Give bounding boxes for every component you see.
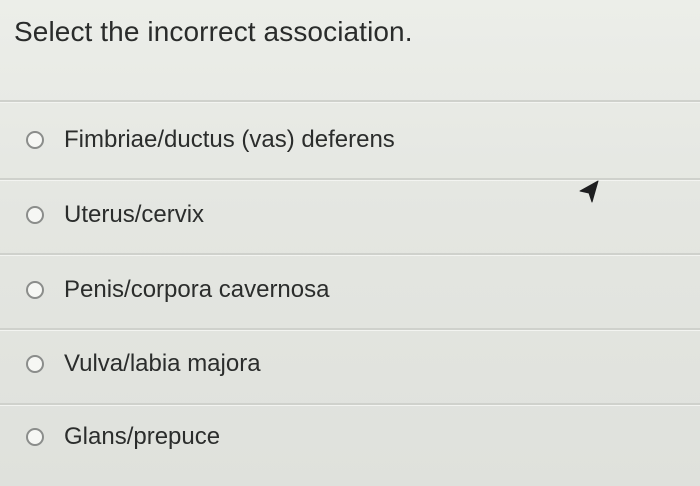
option-label: Penis/corpora cavernosa xyxy=(64,276,330,303)
answer-option-4[interactable]: Vulva/labia majora xyxy=(0,340,700,388)
question-prompt: Select the incorrect association. xyxy=(14,16,413,47)
radio-button-icon[interactable] xyxy=(26,131,44,149)
radio-button-icon[interactable] xyxy=(26,281,44,299)
answer-option-5[interactable]: Glans/prepuce xyxy=(0,413,700,461)
answer-option-1[interactable]: Fimbriae/ductus (vas) deferens xyxy=(0,116,700,164)
option-label: Uterus/cervix xyxy=(64,201,205,228)
option-label: Fimbriae/ductus (vas) deferens xyxy=(64,126,395,153)
divider xyxy=(0,100,700,103)
answer-option-3[interactable]: Penis/corpora cavernosa xyxy=(0,266,700,314)
option-label: Vulva/labia majora xyxy=(64,350,261,377)
divider xyxy=(0,403,700,406)
quiz-screen: Select the incorrect association. Fimbri… xyxy=(0,0,700,486)
mouse-pointer-icon xyxy=(579,180,599,203)
divider xyxy=(0,253,700,256)
divider xyxy=(0,328,700,331)
option-label: Glans/prepuce xyxy=(64,423,221,450)
radio-button-icon[interactable] xyxy=(26,355,44,373)
radio-button-icon[interactable] xyxy=(26,206,44,224)
radio-button-icon[interactable] xyxy=(26,428,44,446)
